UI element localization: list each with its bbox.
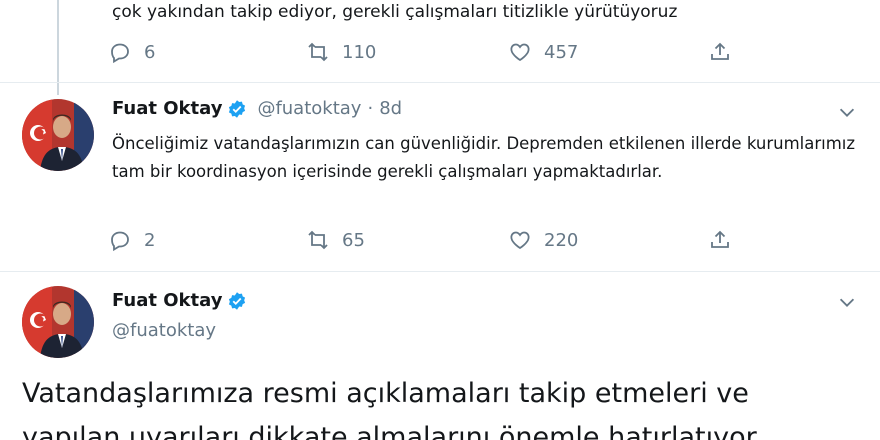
share-icon <box>711 230 729 248</box>
like-button[interactable]: 220 <box>508 225 578 255</box>
like-count: 220 <box>544 229 579 251</box>
tweet-text-line: Vatandaşlarımıza resmi açıklamaları taki… <box>22 378 749 409</box>
tweet-timestamp[interactable]: 8d <box>379 98 402 119</box>
share-icon <box>711 42 729 60</box>
chevron-down-icon[interactable] <box>836 101 858 123</box>
author-name[interactable]: Fuat Oktay <box>112 290 222 311</box>
tweet1-actions: 2 65 220 <box>0 225 880 255</box>
avatar[interactable] <box>22 99 94 171</box>
retweet-icon <box>308 42 328 62</box>
author-name[interactable]: Fuat Oktay <box>112 98 222 119</box>
reply-button[interactable]: 6 <box>108 37 155 67</box>
like-button[interactable]: 457 <box>508 37 578 67</box>
reply-icon <box>111 43 129 64</box>
verified-badge-icon <box>227 291 247 311</box>
divider <box>0 271 880 272</box>
separator-dot: · <box>367 98 374 119</box>
prev-tweet-actions: 6 110 457 <box>0 37 880 67</box>
prev-tweet-text: çok yakından takip ediyor, gerekli çalış… <box>112 2 678 22</box>
reply-button[interactable]: 2 <box>108 225 155 255</box>
author-handle[interactable]: @fuatoktay <box>112 320 216 341</box>
reply-count: 2 <box>144 229 156 251</box>
like-count: 457 <box>544 41 579 63</box>
tweet-thread: çok yakından takip ediyor, gerekli çalış… <box>0 0 880 440</box>
tweet-text-large: Vatandaşlarımıza resmi açıklamaları taki… <box>22 372 880 440</box>
share-button[interactable] <box>708 225 732 255</box>
retweet-icon <box>308 230 328 250</box>
retweet-button[interactable]: 110 <box>306 37 376 67</box>
tweet-text-line: yapılan uyarıları dikkate almalarını öne… <box>22 422 757 440</box>
verified-badge-icon <box>227 99 247 119</box>
like-icon <box>510 231 530 250</box>
reply-icon <box>111 231 129 252</box>
tweet2-header: Fuat Oktay <box>112 290 247 311</box>
reply-count: 6 <box>144 41 156 63</box>
retweet-count: 110 <box>342 41 377 63</box>
retweet-count: 65 <box>342 229 365 251</box>
share-button[interactable] <box>708 37 732 67</box>
author-handle[interactable]: @fuatoktay <box>257 98 361 119</box>
avatar[interactable] <box>22 286 94 358</box>
tweet-text: Önceliğimiz vatandaşlarımızın can güvenl… <box>112 134 856 181</box>
like-icon <box>510 43 530 62</box>
divider <box>0 82 880 83</box>
tweet1-header: Fuat Oktay @fuatoktay · 8d <box>112 98 402 119</box>
retweet-button[interactable]: 65 <box>306 225 365 255</box>
chevron-down-icon[interactable] <box>836 291 858 313</box>
